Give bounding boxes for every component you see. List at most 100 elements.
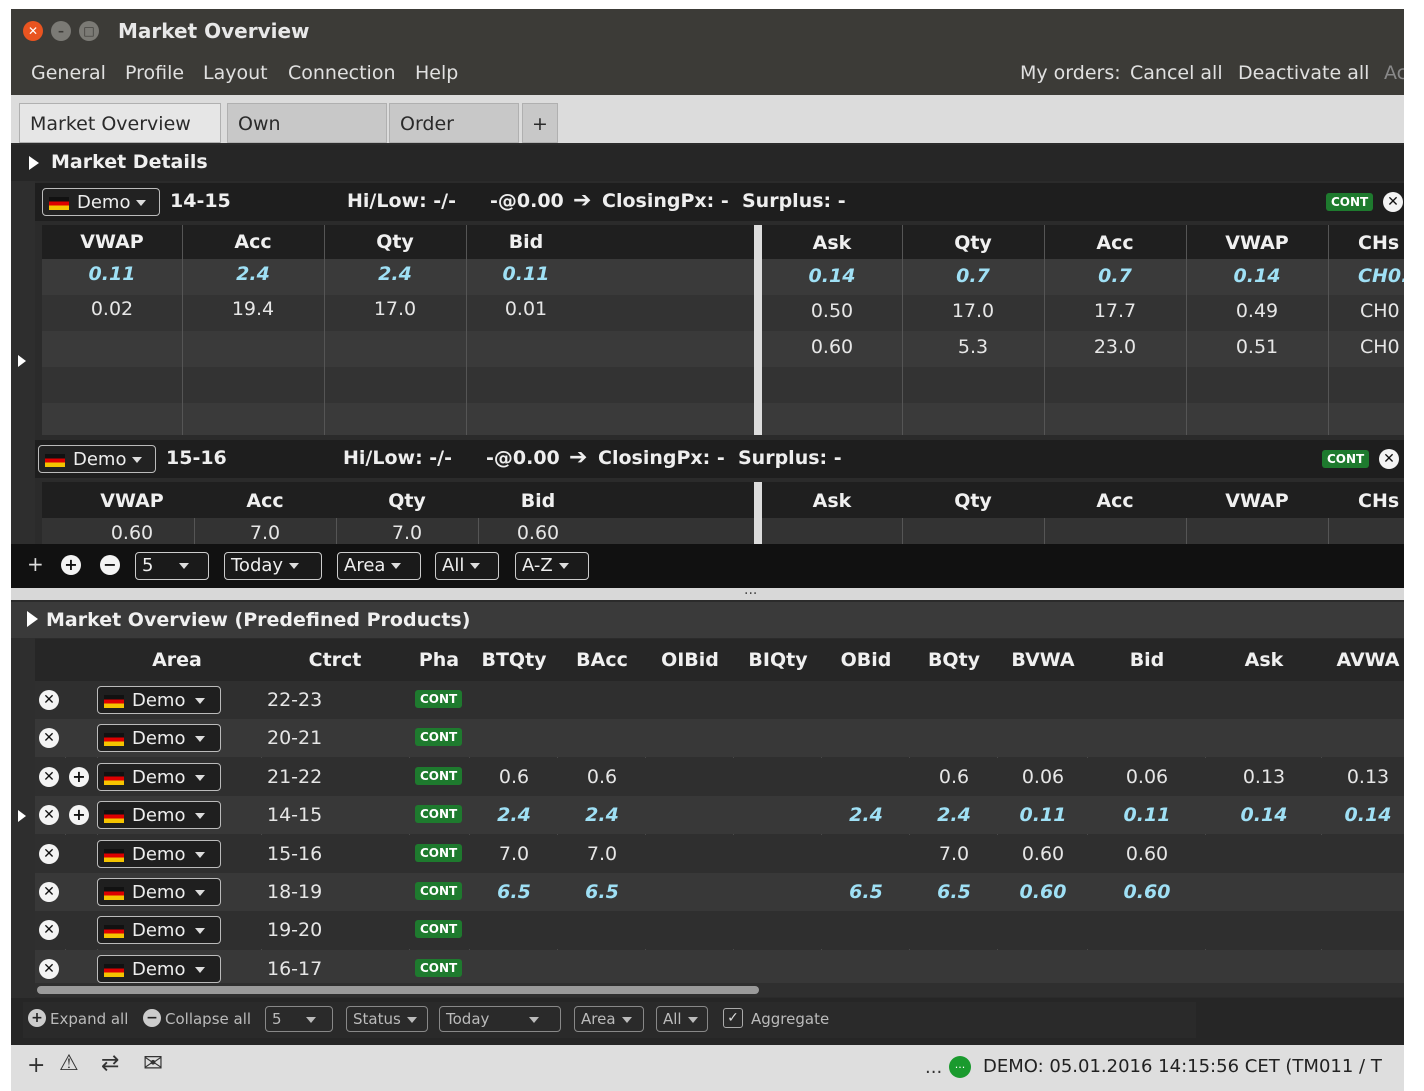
col-header-obid[interactable]: OBid [823, 649, 909, 671]
remove-row-icon[interactable]: ✕ [39, 766, 59, 787]
deactivate-all-link[interactable]: Deactivate all [1238, 62, 1369, 84]
col-header-qty[interactable]: Qty [336, 490, 478, 512]
remove-row-icon[interactable]: ✕ [39, 843, 59, 864]
col-header-bid[interactable]: Bid [478, 490, 598, 512]
more-orders-link[interactable]: Ac [1384, 62, 1404, 84]
contract-cell[interactable]: 14-15 [267, 796, 322, 834]
aggregate-checkbox[interactable]: ✓ [723, 1008, 743, 1028]
bid-qty-cell[interactable]: 2.4 [324, 263, 466, 285]
filter-dropdown[interactable]: All [435, 552, 499, 580]
bqty-cell[interactable]: 7.0 [911, 835, 997, 873]
area-dropdown[interactable]: Demo [38, 445, 156, 473]
bqty-cell[interactable]: 6.5 [911, 873, 997, 911]
area-dropdown[interactable]: Demo [97, 724, 221, 753]
remove-row-icon[interactable]: ✕ [39, 805, 59, 826]
ask-price-cell[interactable]: 0.60 [762, 336, 902, 358]
bid-vwap-cell[interactable]: 0.02 [42, 298, 182, 320]
menu-help[interactable]: Help [415, 62, 458, 84]
add-panel-button[interactable]: + [27, 552, 44, 576]
col-header-ask[interactable]: Ask [762, 232, 902, 254]
bvwa-cell[interactable]: 0.06 [999, 758, 1087, 796]
expand-triangle-icon[interactable] [29, 156, 39, 170]
close-window-button[interactable]: ✕ [23, 21, 43, 41]
ask-chs-cell[interactable]: CH0 [1360, 300, 1404, 322]
menu-connection[interactable]: Connection [288, 62, 396, 84]
btqty-cell[interactable]: 0.6 [471, 758, 557, 796]
col-header-acc[interactable]: Acc [1044, 232, 1186, 254]
remove-row-icon[interactable]: ✕ [39, 920, 59, 941]
col-header-chs[interactable]: CHs [1358, 490, 1404, 512]
period-dropdown[interactable]: Today [439, 1006, 561, 1032]
market-details-header[interactable]: Market Details [11, 145, 1404, 181]
scrollbar-thumb[interactable] [37, 986, 759, 994]
depth-dropdown[interactable]: 5 [265, 1006, 333, 1032]
bid-cell[interactable]: 0.06 [1089, 758, 1205, 796]
col-header-qty[interactable]: Qty [902, 232, 1044, 254]
menu-general[interactable]: General [31, 62, 106, 84]
avwa-cell[interactable]: 0.13 [1323, 758, 1404, 796]
col-header-avwa[interactable]: AVWA [1323, 649, 1404, 671]
ask-price-cell[interactable]: 0.50 [762, 300, 902, 322]
bid-cell[interactable]: 0.60 [1089, 873, 1205, 911]
table-row[interactable]: ✕ + Demo 21-22 CONT 0.6 0.6 0.6 0.06 0.06 0.13 0.13 [35, 757, 1404, 796]
group-dropdown[interactable]: Area [337, 552, 421, 580]
collapse-all-icon[interactable]: − [143, 1009, 161, 1027]
area-dropdown[interactable]: Demo [97, 916, 221, 945]
market-overview-header[interactable]: Market Overview (Predefined Products) [11, 602, 1404, 638]
col-header-acc[interactable]: Acc [1044, 490, 1186, 512]
area-filter-dropdown[interactable]: Area [574, 1006, 644, 1032]
remove-row-icon[interactable]: ✕ [39, 958, 59, 979]
bid-acc-cell[interactable]: 7.0 [194, 522, 336, 544]
zoom-out-icon[interactable]: − [100, 555, 120, 575]
col-header-bvwa[interactable]: BVWA [999, 649, 1087, 671]
bqty-cell[interactable]: 0.6 [911, 758, 997, 796]
col-header-acc[interactable]: Acc [194, 490, 336, 512]
area-dropdown[interactable]: Demo [97, 954, 221, 983]
zoom-in-icon[interactable]: + [61, 555, 81, 575]
btqty-cell[interactable]: 7.0 [471, 835, 557, 873]
ask-qty-cell[interactable]: 5.3 [902, 336, 1044, 358]
obid-cell[interactable]: 2.4 [823, 796, 909, 834]
ask-acc-cell[interactable]: 0.7 [1044, 265, 1186, 287]
depth-dropdown[interactable]: 5 [135, 552, 209, 580]
remove-row-icon[interactable]: ✕ [39, 728, 59, 749]
col-header-ctrct[interactable]: Ctrct [265, 649, 405, 671]
col-header-bacc[interactable]: BAcc [559, 649, 645, 671]
table-row[interactable]: ✕ Demo 15-16 CONT 7.0 7.0 7.0 0.60 0.60 [35, 834, 1404, 873]
bqty-cell[interactable]: 2.4 [911, 796, 997, 834]
area-dropdown[interactable]: Demo [97, 878, 221, 906]
col-header-vwap[interactable]: VWAP [62, 490, 202, 512]
area-dropdown[interactable]: Demo [97, 801, 221, 830]
cancel-all-link[interactable]: Cancel all [1130, 62, 1223, 84]
add-row-icon[interactable]: + [69, 805, 89, 826]
col-header-ask[interactable]: Ask [762, 490, 902, 512]
col-header-vwap[interactable]: VWAP [42, 231, 182, 253]
contract-cell[interactable]: 22-23 [267, 681, 322, 719]
table-row[interactable]: ✕ Demo 19-20 CONT [35, 911, 1404, 950]
add-row-icon[interactable]: + [69, 766, 89, 787]
ask-acc-cell[interactable]: 17.7 [1044, 300, 1186, 322]
contract-cell[interactable]: 19-20 [267, 911, 322, 949]
maximize-window-button[interactable]: □ [79, 21, 99, 41]
expand-all-button[interactable]: Expand all [50, 1010, 128, 1028]
table-row[interactable]: ✕ Demo 20-21 CONT [35, 719, 1404, 758]
col-header-biqty[interactable]: BIQty [735, 649, 821, 671]
col-header-bqty[interactable]: BQty [911, 649, 997, 671]
col-header-vwap[interactable]: VWAP [1186, 490, 1328, 512]
bvwa-cell[interactable]: 0.11 [999, 796, 1087, 834]
col-header-chs[interactable]: CHs [1358, 232, 1404, 254]
horizontal-scrollbar[interactable] [35, 983, 1404, 997]
mail-icon[interactable]: ✉ [143, 1049, 163, 1077]
period-dropdown[interactable]: Today [224, 552, 322, 580]
bid-qty-cell[interactable]: 17.0 [324, 298, 466, 320]
ask-cell[interactable]: 0.13 [1207, 758, 1321, 796]
all-filter-dropdown[interactable]: All [656, 1006, 708, 1032]
remove-row-icon[interactable]: ✕ [39, 690, 59, 710]
bid-cell[interactable]: 0.60 [1089, 835, 1205, 873]
expand-all-icon[interactable]: + [28, 1009, 46, 1027]
bid-vwap-cell[interactable]: 0.60 [62, 522, 202, 544]
contract-cell[interactable]: 15-16 [267, 835, 322, 873]
warning-icon[interactable]: ⚠ [59, 1051, 79, 1076]
contract-cell[interactable]: 21-22 [267, 758, 322, 796]
bid-acc-cell[interactable]: 19.4 [182, 298, 324, 320]
